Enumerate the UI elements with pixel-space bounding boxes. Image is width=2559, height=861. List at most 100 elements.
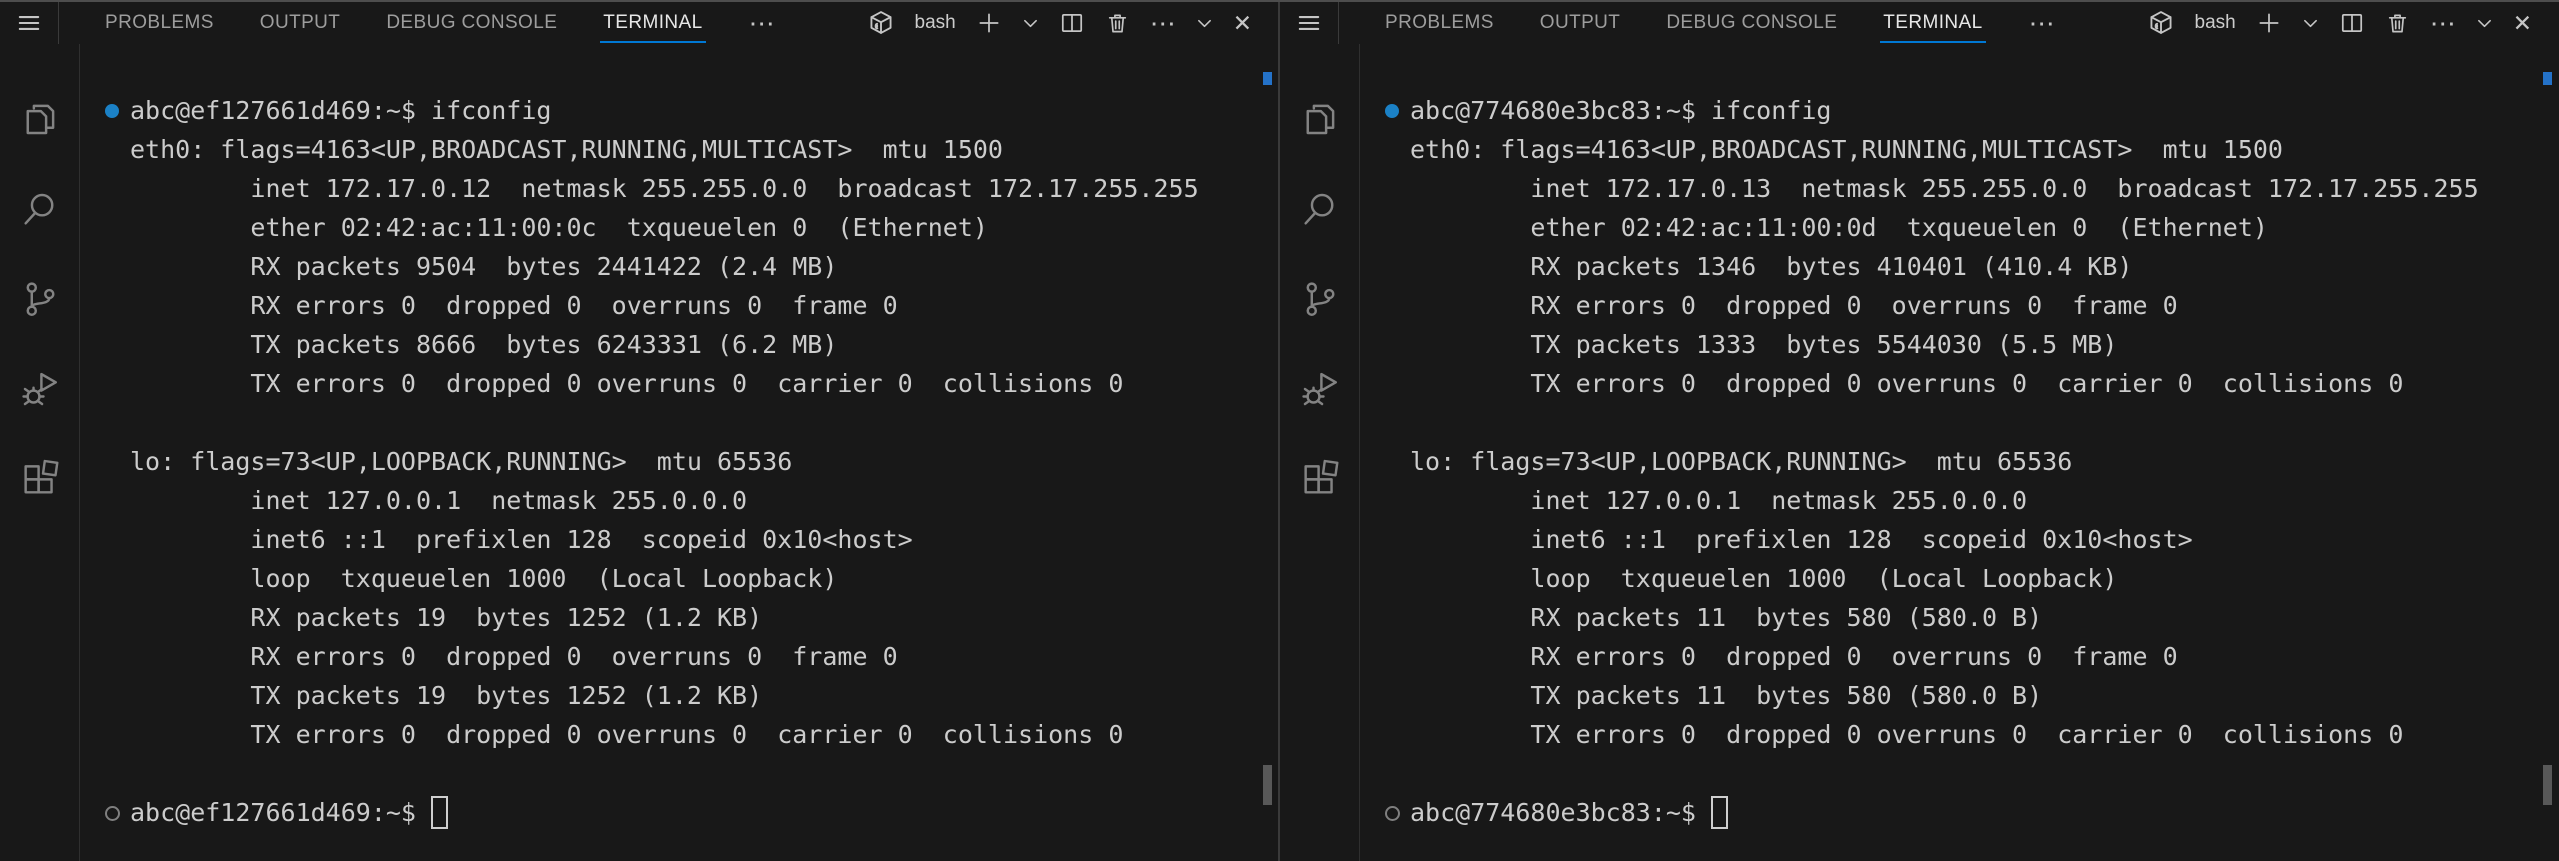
terminal-line: lo: flags=73<UP,LOOPBACK,RUNNING> mtu 65… (130, 442, 1279, 481)
activity-bar (1280, 44, 1360, 861)
tab-output[interactable]: OUTPUT (1540, 12, 1621, 34)
kill-terminal-trash-icon[interactable] (2385, 11, 2410, 36)
application-menu-button[interactable] (0, 2, 59, 44)
command-decoration-dot[interactable] (105, 104, 119, 118)
panel-title-bar: PROBLEMS OUTPUT DEBUG CONSOLE TERMINAL ⋯… (1280, 2, 2559, 44)
more-actions-icon[interactable]: ⋯ (2430, 10, 2456, 36)
terminal-line: RX packets 11 bytes 580 (580.0 B) (1410, 598, 2559, 637)
extensions-icon[interactable] (1299, 458, 1341, 500)
new-terminal-icon[interactable] (976, 10, 1002, 36)
kill-terminal-trash-icon[interactable] (1105, 11, 1130, 36)
split-terminal-icon[interactable] (2339, 10, 2365, 36)
terminal-command-line: abc@ef127661d469:~$ ifconfig (130, 91, 1279, 130)
terminal-line: eth0: flags=4163<UP,BROADCAST,RUNNING,MU… (130, 130, 1279, 169)
terminal-line: inet6 ::1 prefixlen 128 scopeid 0x10<hos… (130, 520, 1279, 559)
terminal-actions: bash ⋯ ✕ (867, 2, 1252, 44)
source-control-icon[interactable] (1299, 278, 1341, 320)
terminal-line: TX errors 0 dropped 0 overruns 0 carrier… (130, 715, 1279, 754)
tab-debug-console[interactable]: DEBUG CONSOLE (386, 12, 557, 34)
terminal-cursor (1711, 796, 1728, 829)
more-actions-icon[interactable]: ⋯ (1150, 10, 1176, 36)
menu-icon (1296, 10, 1322, 36)
terminal[interactable]: abc@774680e3bc83:~$ ifconfig eth0: flags… (1360, 44, 2559, 861)
terminal-line: inet6 ::1 prefixlen 128 scopeid 0x10<hos… (1410, 520, 2559, 559)
panel-tabs: PROBLEMS OUTPUT DEBUG CONSOLE TERMINAL ⋯ (1385, 10, 2055, 36)
source-control-icon[interactable] (19, 278, 61, 320)
terminal-line: ether 02:42:ac:11:00:0d txqueuelen 0 (Et… (1410, 208, 2559, 247)
command-decoration-dot[interactable] (1385, 104, 1399, 118)
extensions-icon[interactable] (19, 458, 61, 500)
window-top-border (0, 0, 2559, 2)
chevron-down-icon[interactable] (2302, 15, 2319, 32)
close-panel-icon[interactable]: ✕ (2513, 12, 2532, 35)
terminal-line (130, 403, 1279, 442)
terminal-line: eth0: flags=4163<UP,BROADCAST,RUNNING,MU… (1410, 130, 2559, 169)
terminal-line: RX errors 0 dropped 0 overruns 0 frame 0 (1410, 286, 2559, 325)
tab-problems[interactable]: PROBLEMS (105, 12, 214, 34)
application-menu-button[interactable] (1280, 2, 1339, 44)
terminal-line: loop txqueuelen 1000 (Local Loopback) (130, 559, 1279, 598)
terminal-line: RX errors 0 dropped 0 overruns 0 frame 0 (1410, 637, 2559, 676)
explorer-icon[interactable] (1299, 98, 1341, 140)
prompt-decoration-circle[interactable] (105, 806, 120, 821)
tab-problems[interactable]: PROBLEMS (1385, 12, 1494, 34)
terminal-line: RX errors 0 dropped 0 overruns 0 frame 0 (130, 637, 1279, 676)
bash-profile-icon (2147, 9, 2175, 37)
terminal-line (130, 754, 1279, 793)
run-and-debug-icon[interactable] (1299, 368, 1341, 410)
vscode-window-right: PROBLEMS OUTPUT DEBUG CONSOLE TERMINAL ⋯… (1278, 2, 2559, 861)
terminal-line: RX packets 9504 bytes 2441422 (2.4 MB) (130, 247, 1279, 286)
tab-debug-console[interactable]: DEBUG CONSOLE (1666, 12, 1837, 34)
terminal-line (1410, 403, 2559, 442)
menu-icon (16, 10, 42, 36)
run-and-debug-icon[interactable] (19, 368, 61, 410)
search-icon[interactable] (19, 188, 61, 230)
terminal-line: lo: flags=73<UP,LOOPBACK,RUNNING> mtu 65… (1410, 442, 2559, 481)
terminal-actions: bash ⋯ ✕ (2147, 2, 2532, 44)
shell-label[interactable]: bash (915, 12, 956, 34)
terminal-line: RX packets 19 bytes 1252 (1.2 KB) (130, 598, 1279, 637)
terminal-line: TX errors 0 dropped 0 overruns 0 carrier… (130, 364, 1279, 403)
terminal-line: inet 127.0.0.1 netmask 255.0.0.0 (1410, 481, 2559, 520)
scrollbar-command-mark (1263, 72, 1272, 85)
activity-bar (0, 44, 80, 861)
explorer-icon[interactable] (19, 98, 61, 140)
terminal-line: TX packets 8666 bytes 6243331 (6.2 MB) (130, 325, 1279, 364)
split-terminal-icon[interactable] (1059, 10, 1085, 36)
terminal-line: TX packets 19 bytes 1252 (1.2 KB) (130, 676, 1279, 715)
scrollbar-command-mark (2543, 72, 2552, 85)
scrollbar-thumb[interactable] (1263, 765, 1272, 805)
terminal-line: TX errors 0 dropped 0 overruns 0 carrier… (1410, 715, 2559, 754)
terminal-line: TX packets 1333 bytes 5544030 (5.5 MB) (1410, 325, 2559, 364)
terminal-line: RX packets 1346 bytes 410401 (410.4 KB) (1410, 247, 2559, 286)
new-terminal-icon[interactable] (2256, 10, 2282, 36)
terminal[interactable]: abc@ef127661d469:~$ ifconfig eth0: flags… (80, 44, 1279, 861)
shell-label[interactable]: bash (2195, 12, 2236, 34)
terminal-cursor (431, 796, 448, 829)
tab-terminal[interactable]: TERMINAL (1883, 12, 1982, 34)
terminal-line: inet 172.17.0.12 netmask 255.255.0.0 bro… (130, 169, 1279, 208)
terminal-line: ether 02:42:ac:11:00:0c txqueuelen 0 (Et… (130, 208, 1279, 247)
search-icon[interactable] (1299, 188, 1341, 230)
vscode-window-left: PROBLEMS OUTPUT DEBUG CONSOLE TERMINAL ⋯… (0, 2, 1279, 861)
terminal-line: inet 172.17.0.13 netmask 255.255.0.0 bro… (1410, 169, 2559, 208)
terminal-prompt-line: abc@774680e3bc83:~$ (1410, 793, 2559, 832)
tab-output[interactable]: OUTPUT (260, 12, 341, 34)
terminal-line (1410, 754, 2559, 793)
maximize-panel-chevron-icon[interactable] (2476, 15, 2493, 32)
tab-overflow-icon[interactable]: ⋯ (749, 10, 775, 36)
panel-title-bar: PROBLEMS OUTPUT DEBUG CONSOLE TERMINAL ⋯… (0, 2, 1279, 44)
maximize-panel-chevron-icon[interactable] (1196, 15, 1213, 32)
tab-terminal[interactable]: TERMINAL (603, 12, 702, 34)
panel-tabs: PROBLEMS OUTPUT DEBUG CONSOLE TERMINAL ⋯ (105, 10, 775, 36)
prompt-decoration-circle[interactable] (1385, 806, 1400, 821)
terminal-line: loop txqueuelen 1000 (Local Loopback) (1410, 559, 2559, 598)
terminal-line: RX errors 0 dropped 0 overruns 0 frame 0 (130, 286, 1279, 325)
close-panel-icon[interactable]: ✕ (1233, 12, 1252, 35)
tab-overflow-icon[interactable]: ⋯ (2029, 10, 2055, 36)
bash-profile-icon (867, 9, 895, 37)
terminal-line: TX packets 11 bytes 580 (580.0 B) (1410, 676, 2559, 715)
chevron-down-icon[interactable] (1022, 15, 1039, 32)
terminal-line: TX errors 0 dropped 0 overruns 0 carrier… (1410, 364, 2559, 403)
scrollbar-thumb[interactable] (2543, 765, 2552, 805)
